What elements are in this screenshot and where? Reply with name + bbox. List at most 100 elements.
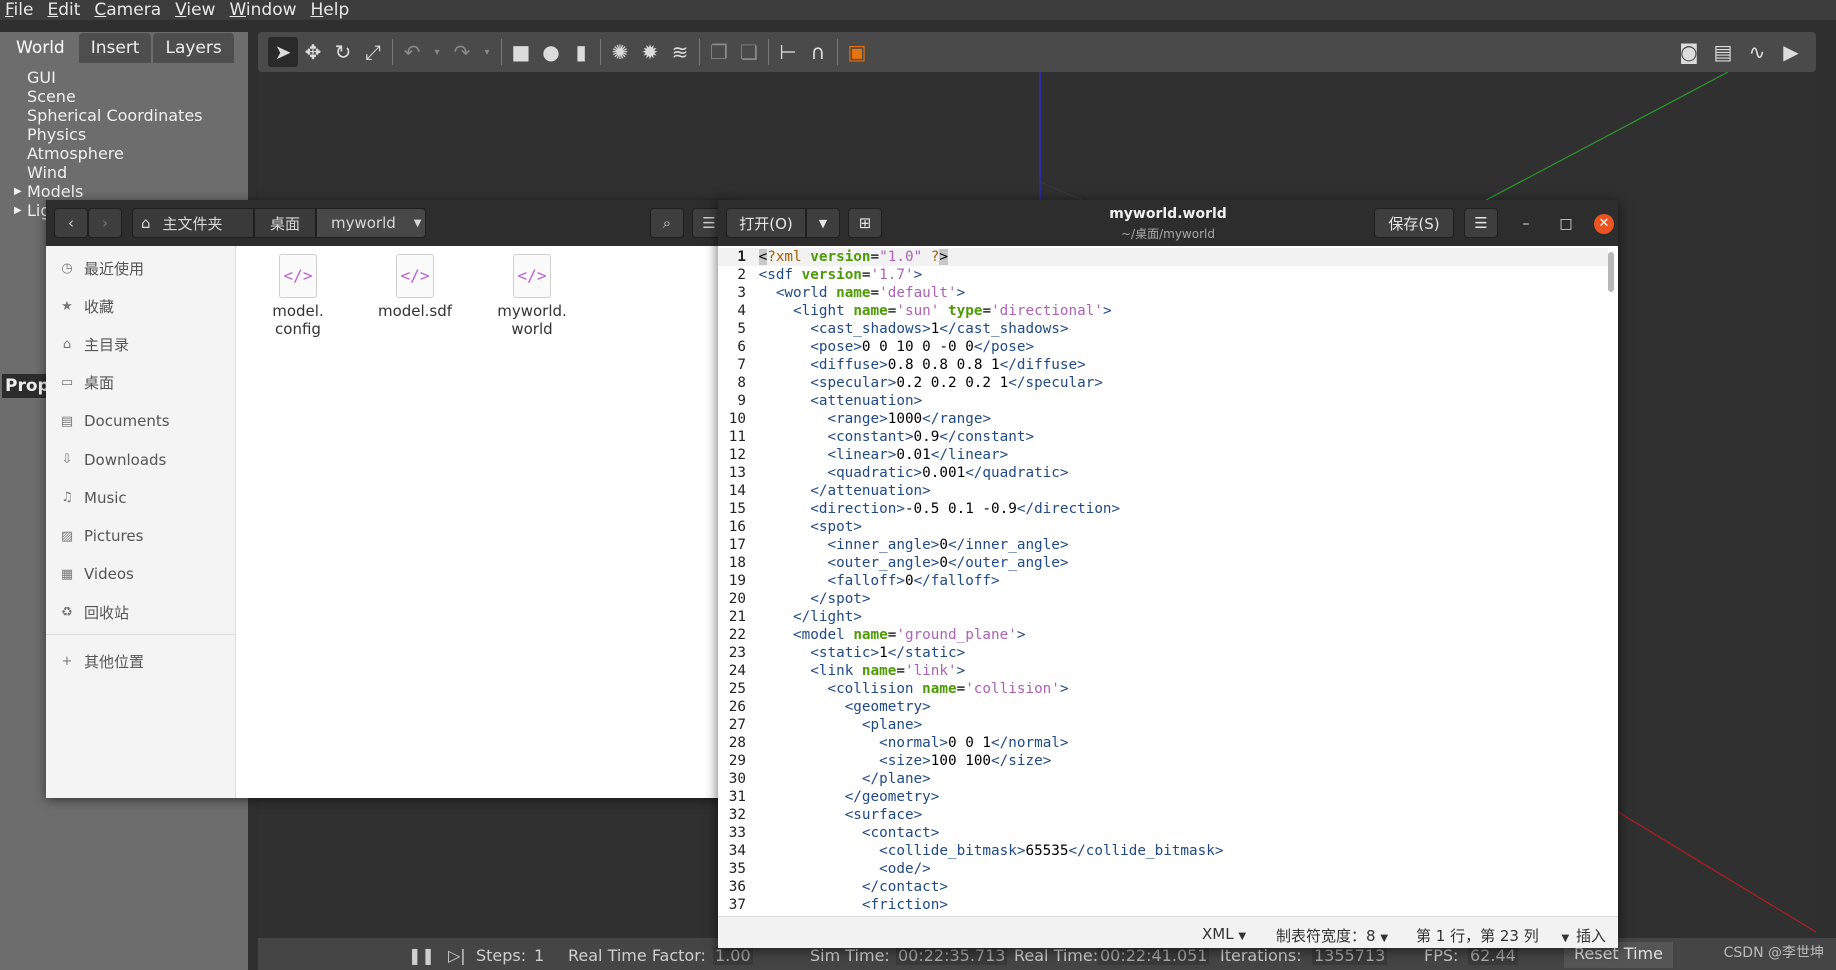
properties-tab[interactable]: Prop (2, 374, 50, 398)
code-editor[interactable]: 1 <?xml version="1.0" ?> 2 <sdf version='… (718, 248, 1608, 916)
language-selector[interactable]: XML ▼ (1202, 925, 1246, 943)
cursor-position[interactable]: 第 1 行，第 23 列 ▼ (1416, 925, 1569, 946)
sidebar-item-label: 最近使用 (84, 259, 145, 278)
scale-mode-icon[interactable]: ⤢ (358, 37, 388, 67)
tab-insert[interactable]: Insert (78, 33, 152, 63)
breadcrumb-label: 桌面 (269, 214, 300, 233)
undo-dropdown-icon[interactable]: ▾ (427, 37, 447, 67)
log-icon[interactable]: ▤ (1708, 37, 1738, 67)
world-tree-label: Models (27, 182, 84, 201)
save-button[interactable]: 保存(S) (1374, 208, 1454, 238)
code-line: 6 <pose>0 0 10 0 -0 0</pose> (718, 338, 1608, 356)
file-item[interactable]: </> model.sdf (365, 254, 465, 320)
breadcrumb-home[interactable]: ⌂ 主文件夹 (132, 208, 254, 238)
editor-title: myworld.world (1109, 206, 1227, 222)
directional-light-icon[interactable]: ≋ (665, 37, 695, 67)
spot-light-icon[interactable]: ✹ (635, 37, 665, 67)
record-video-icon[interactable]: ▶ (1776, 37, 1806, 67)
real-time-value: 00:22:41.051 (1098, 946, 1210, 965)
editor-scrollbar[interactable] (1608, 252, 1614, 292)
sidebar-item[interactable]: + 其他位置 (58, 651, 144, 671)
line-number: 21 (728, 609, 746, 625)
tab-world[interactable]: World (4, 33, 77, 63)
file-item[interactable]: </> model. config (248, 254, 348, 338)
paste-icon[interactable]: ❏ (734, 37, 764, 67)
code-text: <constant>0.9</constant> (827, 429, 1035, 445)
breadcrumb-label: 主文件夹 (162, 214, 223, 233)
search-button[interactable]: ⌕ (650, 208, 684, 238)
breadcrumb-desktop[interactable]: 桌面 (254, 208, 316, 238)
select-mode-icon[interactable]: ➤ (268, 37, 298, 67)
cylinder-shape-icon[interactable]: ▮ (566, 37, 596, 67)
step-icon[interactable]: ▷| (448, 946, 466, 965)
expand-arrow-icon[interactable]: ▶ (14, 182, 27, 201)
plot-icon[interactable]: ∿ (1742, 37, 1772, 67)
translate-mode-icon[interactable]: ✥ (298, 37, 328, 67)
sidebar-item[interactable]: ▨ Pictures (58, 526, 144, 546)
sidebar-item[interactable]: ▭ 桌面 (58, 373, 114, 393)
screenshot-icon[interactable]: ◙ (1674, 37, 1704, 67)
copy-icon[interactable]: ❐ (704, 37, 734, 67)
sidebar-item[interactable]: ★ 收藏 (58, 296, 114, 316)
line-number: 28 (728, 735, 746, 751)
world-tree-item[interactable]: Spherical Coordinates (14, 106, 203, 125)
line-number: 24 (728, 663, 746, 679)
expand-arrow-icon[interactable]: ▶ (14, 201, 27, 220)
new-tab-button[interactable]: ⊞ (848, 208, 882, 238)
cursor-position-label: 第 1 行，第 23 列 (1416, 927, 1539, 945)
sphere-shape-icon[interactable]: ● (536, 37, 566, 67)
maximize-button[interactable]: □ (1556, 214, 1576, 234)
sidebar-item[interactable]: ▤ Documents (58, 411, 170, 431)
sidebar-item[interactable]: ▦ Videos (58, 564, 134, 584)
menu-edit[interactable]: Edit (42, 0, 85, 20)
undo-icon[interactable]: ↶ (397, 37, 427, 67)
sidebar-item[interactable]: ⌂ 主目录 (58, 335, 129, 355)
sidebar-item[interactable]: ♫ Music (58, 488, 127, 508)
star-icon: ★ (61, 298, 73, 314)
back-button[interactable]: ‹ (54, 208, 88, 238)
menu-help[interactable]: Help (306, 0, 355, 20)
menu-button[interactable]: ☰ (1464, 208, 1498, 238)
sidebar-item[interactable]: ♻ 回收站 (58, 603, 129, 623)
breadcrumb-myworld[interactable]: myworld ▼ (316, 208, 426, 238)
world-tree-item[interactable]: Wind (14, 163, 203, 182)
world-tree-item[interactable]: Physics (14, 125, 203, 144)
world-tree-item[interactable]: GUI (14, 68, 203, 87)
align-icon[interactable]: ⊢ (773, 37, 803, 67)
world-tree-label: Wind (27, 163, 68, 182)
forward-button[interactable]: › (88, 208, 122, 238)
sidebar-item[interactable]: ◷ 最近使用 (58, 258, 144, 278)
open-button[interactable]: 打开(O) (726, 208, 806, 238)
steps-value[interactable]: 1 (534, 946, 544, 965)
snap-icon[interactable]: ∩ (803, 37, 833, 67)
box-shape-icon[interactable]: ■ (506, 37, 536, 67)
open-dropdown-button[interactable]: ▼ (806, 208, 840, 238)
menu-window[interactable]: Window (224, 0, 301, 20)
file-item[interactable]: </> myworld. world (482, 254, 582, 338)
tab-width-selector[interactable]: 制表符宽度：8 ▼ (1276, 925, 1388, 946)
tab-layers[interactable]: Layers (153, 33, 234, 63)
sidebar-item-label: Music (84, 488, 127, 507)
sidebar-item-label: 其他位置 (84, 652, 145, 671)
close-button[interactable]: ✕ (1594, 214, 1614, 234)
redo-icon[interactable]: ↷ (447, 37, 477, 67)
world-tree-label: GUI (27, 68, 56, 87)
file-name: myworld. (497, 302, 567, 320)
minimize-button[interactable]: – (1516, 214, 1536, 234)
menu-view[interactable]: View (170, 0, 220, 20)
pause-icon[interactable]: ❚❚ (408, 946, 435, 965)
menu-camera[interactable]: Camera (89, 0, 166, 20)
view-angle-icon[interactable]: ▣ (842, 37, 872, 67)
rotate-mode-icon[interactable]: ↻ (328, 37, 358, 67)
sidebar-item[interactable]: ⇩ Downloads (58, 450, 167, 470)
line-number: 12 (728, 447, 746, 463)
point-light-icon[interactable]: ✺ (605, 37, 635, 67)
code-text: <surface> (844, 807, 923, 823)
world-tree-item[interactable]: ▶ Models (14, 182, 203, 201)
world-tree-item[interactable]: Scene (14, 87, 203, 106)
home-icon: ⌂ (62, 337, 72, 353)
menu-file[interactable]: File (0, 0, 38, 20)
world-tree-item[interactable]: Atmosphere (14, 144, 203, 163)
redo-dropdown-icon[interactable]: ▾ (477, 37, 497, 67)
code-text: <spot> (810, 519, 862, 535)
